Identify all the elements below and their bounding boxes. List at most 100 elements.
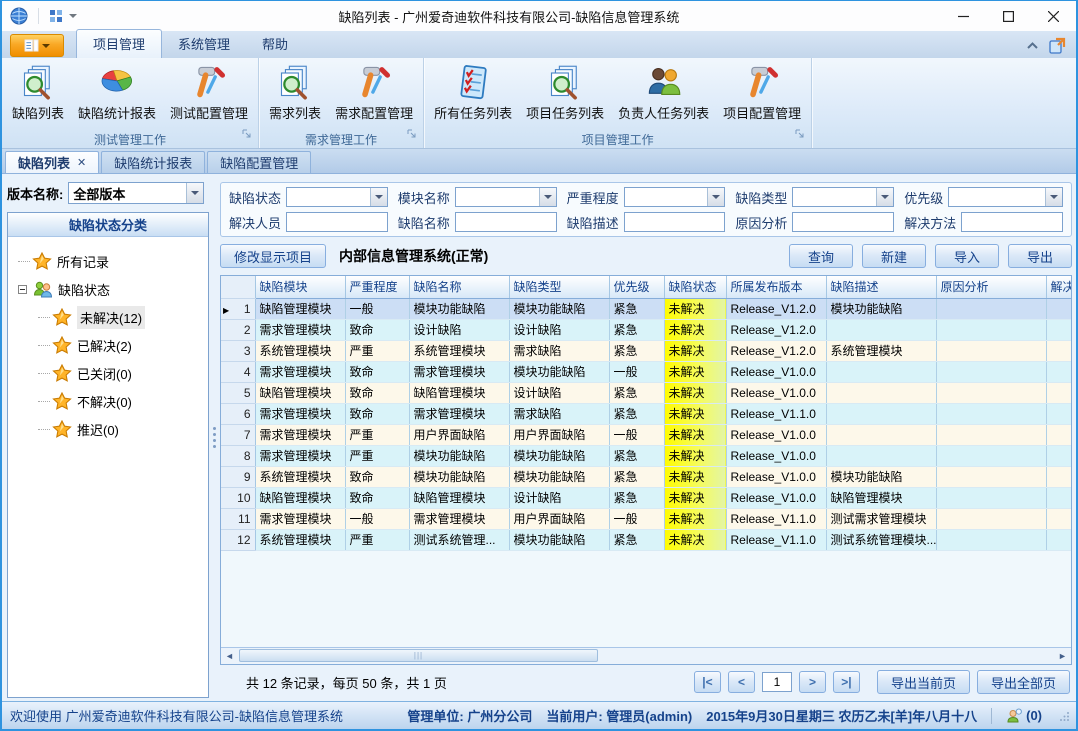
table-cell[interactable] xyxy=(1046,403,1072,424)
column-header[interactable]: 缺陷模块 xyxy=(255,276,345,298)
table-cell[interactable]: 模块功能缺陷 xyxy=(509,529,609,550)
ribbon-button[interactable]: 负责人任务列表 xyxy=(611,60,716,124)
table-cell[interactable]: 紧急 xyxy=(609,403,664,424)
table-cell[interactable]: 设计缺陷 xyxy=(509,382,609,403)
table-cell[interactable]: 需求管理模块 xyxy=(255,508,345,529)
tree-item-5[interactable]: 已关闭(0) xyxy=(16,359,206,387)
quick-access-dropdown-icon[interactable] xyxy=(69,14,77,18)
quick-access-icon[interactable] xyxy=(49,9,63,23)
table-cell[interactable]: 未解决 xyxy=(664,466,726,487)
tab-close-icon[interactable]: ✕ xyxy=(77,156,86,169)
table-row[interactable]: 9系统管理模块致命模块功能缺陷模块功能缺陷紧急未解决Release_V1.0.0… xyxy=(221,466,1072,487)
table-cell[interactable] xyxy=(936,382,1046,403)
table-cell[interactable]: 紧急 xyxy=(609,340,664,361)
table-row[interactable]: 5缺陷管理模块致命缺陷管理模块设计缺陷紧急未解决Release_V1.0.0 xyxy=(221,382,1072,403)
table-cell[interactable] xyxy=(936,424,1046,445)
table-cell[interactable] xyxy=(1046,445,1072,466)
chevron-down-icon[interactable] xyxy=(876,188,893,206)
close-button[interactable] xyxy=(1031,1,1076,31)
table-cell[interactable]: 模块功能缺陷 xyxy=(509,298,609,319)
table-cell[interactable]: 设计缺陷 xyxy=(509,319,609,340)
table-cell[interactable]: 未解决 xyxy=(664,508,726,529)
prev-page-button[interactable]: < xyxy=(728,671,755,693)
table-cell[interactable]: 严重 xyxy=(345,529,409,550)
table-cell[interactable]: 需求管理模块 xyxy=(409,361,509,382)
table-row[interactable]: 6需求管理模块致命需求管理模块需求缺陷紧急未解决Release_V1.1.0 xyxy=(221,403,1072,424)
page-number-input[interactable] xyxy=(762,672,792,692)
table-cell[interactable]: 缺陷管理模块 xyxy=(255,487,345,508)
table-cell[interactable]: 系统管理模块 xyxy=(255,466,345,487)
filter-input[interactable] xyxy=(624,212,726,232)
modify-display-items-button[interactable]: 修改显示项目 xyxy=(220,244,326,268)
table-cell[interactable]: 紧急 xyxy=(609,466,664,487)
table-cell[interactable]: 缺陷管理模块 xyxy=(409,487,509,508)
resize-grip-icon[interactable] xyxy=(1060,711,1070,721)
table-cell[interactable]: 未解决 xyxy=(664,340,726,361)
table-cell[interactable]: Release_V1.1.0 xyxy=(726,508,826,529)
filter-combo[interactable] xyxy=(624,187,726,207)
table-row[interactable]: 2需求管理模块致命设计缺陷设计缺陷紧急未解决Release_V1.2.0 xyxy=(221,319,1072,340)
table-cell[interactable] xyxy=(1046,382,1072,403)
column-header[interactable]: 原因分析 xyxy=(936,276,1046,298)
ribbon-button[interactable]: 缺陷列表 xyxy=(5,60,71,124)
table-cell[interactable]: 致命 xyxy=(345,319,409,340)
export-current-page-button[interactable]: 导出当前页 xyxy=(877,670,970,694)
table-cell[interactable] xyxy=(826,424,936,445)
table-cell[interactable]: 需求管理模块 xyxy=(255,361,345,382)
table-cell[interactable]: 设计缺陷 xyxy=(409,319,509,340)
export-button[interactable]: 导出 xyxy=(1008,244,1072,268)
next-page-button[interactable]: > xyxy=(799,671,826,693)
table-cell[interactable] xyxy=(936,319,1046,340)
tree-item-3[interactable]: 未解决(12) xyxy=(16,303,206,331)
table-cell[interactable]: 模块功能缺陷 xyxy=(826,298,936,319)
table-row[interactable]: 7需求管理模块严重用户界面缺陷用户界面缺陷一般未解决Release_V1.0.0 xyxy=(221,424,1072,445)
chevron-down-icon[interactable] xyxy=(186,183,203,203)
table-cell[interactable]: 需求缺陷 xyxy=(509,340,609,361)
table-cell[interactable]: 缺陷管理模块 xyxy=(409,382,509,403)
table-cell[interactable]: 模块功能缺陷 xyxy=(509,361,609,382)
table-cell[interactable] xyxy=(936,487,1046,508)
table-cell[interactable]: Release_V1.0.0 xyxy=(726,361,826,382)
scrollbar-thumb[interactable]: ||| xyxy=(239,649,598,662)
table-cell[interactable]: 缺陷管理模块 xyxy=(826,487,936,508)
table-cell[interactable]: 一般 xyxy=(609,424,664,445)
filter-combo[interactable] xyxy=(948,187,1063,207)
table-cell[interactable]: 致命 xyxy=(345,487,409,508)
table-cell[interactable]: 未解决 xyxy=(664,319,726,340)
table-cell[interactable]: 严重 xyxy=(345,340,409,361)
column-header[interactable]: 缺陷状态 xyxy=(664,276,726,298)
table-row[interactable]: 11需求管理模块一般需求管理模块用户界面缺陷一般未解决Release_V1.1.… xyxy=(221,508,1072,529)
table-cell[interactable] xyxy=(826,382,936,403)
table-cell[interactable]: 模块功能缺陷 xyxy=(509,466,609,487)
table-cell[interactable]: 紧急 xyxy=(609,487,664,508)
minimize-button[interactable] xyxy=(941,1,986,31)
table-cell[interactable] xyxy=(826,319,936,340)
table-cell[interactable] xyxy=(1046,487,1072,508)
table-cell[interactable]: 模块功能缺陷 xyxy=(409,298,509,319)
table-cell[interactable] xyxy=(936,340,1046,361)
table-cell[interactable]: 用户界面缺陷 xyxy=(409,424,509,445)
ribbon-tab-3[interactable]: 帮助 xyxy=(246,30,304,58)
table-cell[interactable]: 需求管理模块 xyxy=(255,424,345,445)
table-row[interactable]: 4需求管理模块致命需求管理模块模块功能缺陷一般未解决Release_V1.0.0 xyxy=(221,361,1072,382)
ribbon-button[interactable]: 项目配置管理 xyxy=(716,60,808,124)
table-cell[interactable]: 致命 xyxy=(345,382,409,403)
table-cell[interactable] xyxy=(936,466,1046,487)
table-cell[interactable] xyxy=(1046,508,1072,529)
dialog-launcher-icon[interactable] xyxy=(242,126,252,144)
table-cell[interactable] xyxy=(1046,529,1072,550)
table-cell[interactable]: 缺陷管理模块 xyxy=(255,382,345,403)
table-cell[interactable]: 模块功能缺陷 xyxy=(409,466,509,487)
import-button[interactable]: 导入 xyxy=(935,244,999,268)
table-cell[interactable]: 紧急 xyxy=(609,382,664,403)
table-cell[interactable] xyxy=(936,298,1046,319)
table-cell[interactable]: 严重 xyxy=(345,424,409,445)
table-cell[interactable] xyxy=(1046,340,1072,361)
column-header[interactable]: 缺陷类型 xyxy=(509,276,609,298)
table-cell[interactable]: 未解决 xyxy=(664,361,726,382)
chevron-down-icon[interactable] xyxy=(707,188,724,206)
table-row[interactable]: 8需求管理模块严重模块功能缺陷模块功能缺陷紧急未解决Release_V1.0.0 xyxy=(221,445,1072,466)
table-cell[interactable]: 未解决 xyxy=(664,487,726,508)
table-cell[interactable]: 需求管理模块 xyxy=(409,508,509,529)
filter-combo[interactable] xyxy=(286,187,388,207)
